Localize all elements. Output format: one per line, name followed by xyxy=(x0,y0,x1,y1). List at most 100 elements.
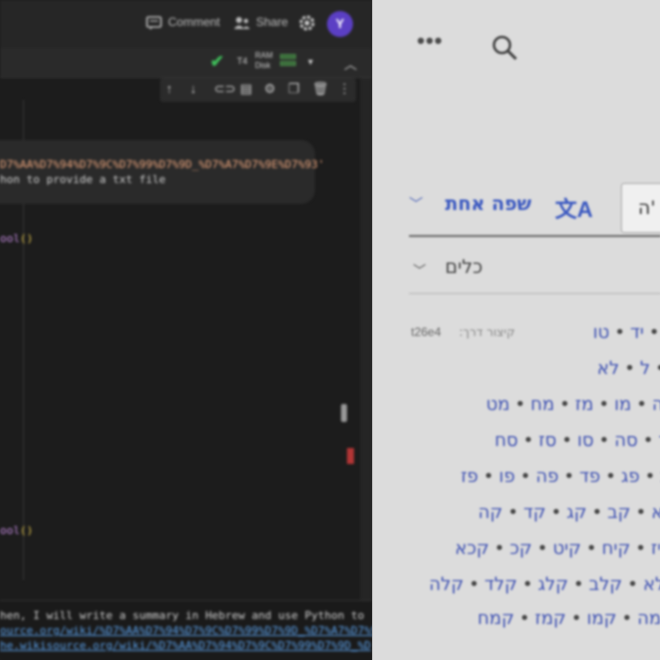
bullet-separator: • xyxy=(644,466,656,487)
chapter-link[interactable]: פו xyxy=(499,466,515,487)
bullet-separator: • xyxy=(614,322,626,343)
bullet-separator: • xyxy=(522,574,533,595)
bullet-separator: • xyxy=(635,502,647,523)
chapter-link[interactable]: קמז xyxy=(535,608,566,629)
chapter-row: פב•פג•פד•פה•פו•פז xyxy=(461,466,660,487)
bullet-separator: • xyxy=(635,538,646,559)
chapter-link[interactable]: קכ xyxy=(510,538,532,559)
output-link[interactable]: ource.org/wiki/%D7%AA%D7%94%D7%9C%D7%99%… xyxy=(0,624,372,637)
move-down-icon[interactable]: ↓ xyxy=(190,81,197,96)
chapter-link[interactable]: קלד xyxy=(484,574,517,595)
bullet-separator: • xyxy=(563,466,575,487)
delete-icon[interactable]: 🗑 xyxy=(312,81,329,97)
chapter-link[interactable]: סח xyxy=(495,430,518,451)
bullet-separator: • xyxy=(598,430,610,451)
chapter-link[interactable]: מה xyxy=(652,394,660,415)
chapter-link[interactable]: ל xyxy=(640,358,650,379)
language-selector[interactable]: ﹀ שפה אחת 文A xyxy=(409,190,619,224)
runtime-type-label[interactable]: T4 xyxy=(237,56,248,66)
chapter-link[interactable]: קמו xyxy=(587,608,617,629)
bullet-separator: • xyxy=(598,394,610,415)
comment-icon[interactable] xyxy=(145,14,163,32)
copy-icon[interactable]: ❐ xyxy=(288,81,300,97)
bullet-separator: • xyxy=(523,430,534,451)
collapse-chevron-icon[interactable]: ︿ xyxy=(344,54,357,73)
scrollbar-thumb[interactable] xyxy=(341,404,347,422)
chapter-link[interactable]: טו xyxy=(593,322,610,343)
move-up-icon[interactable]: ↑ xyxy=(166,81,173,96)
chapter-link[interactable]: יד xyxy=(630,322,644,343)
chapter-row: קלא•קלב•קלג•קלד•קלה xyxy=(429,574,660,595)
bullet-separator: • xyxy=(648,322,660,343)
chapter-link[interactable]: מז xyxy=(575,394,593,415)
chapter-link[interactable]: קיט xyxy=(553,538,581,559)
bullet-separator: • xyxy=(573,574,584,595)
share-icon[interactable] xyxy=(233,14,251,32)
chapter-row: יג•יד•טו xyxy=(593,322,660,343)
share-button[interactable]: Share xyxy=(256,15,288,29)
chapter-link[interactable]: קיח xyxy=(602,538,631,559)
code-line: hon to provide a txt file xyxy=(0,173,166,186)
chapter-link[interactable]: מח xyxy=(531,394,555,415)
chapter-link[interactable]: מט xyxy=(486,394,510,415)
search-input[interactable]: ה' xyxy=(621,183,660,233)
link-icon[interactable]: ⊂⊃ xyxy=(214,81,236,97)
bullet-separator: • xyxy=(537,538,548,559)
chapter-row: קיז•קיח•קיט•קכ•קכא xyxy=(455,538,660,559)
chapter-link[interactable]: פד xyxy=(579,466,600,487)
chapter-link[interactable]: קלה xyxy=(429,574,464,595)
chapter-link[interactable]: קמה xyxy=(637,608,660,629)
chapter-link[interactable]: קה xyxy=(478,502,503,523)
divider xyxy=(409,293,660,294)
chapter-link[interactable]: פג xyxy=(621,466,640,487)
chapter-link[interactable]: סה xyxy=(614,430,637,451)
chapter-link[interactable]: קמח xyxy=(477,608,514,629)
chapter-link[interactable]: קיז xyxy=(651,538,660,559)
chapter-link[interactable]: לא xyxy=(597,358,619,379)
chapter-link[interactable]: קלג xyxy=(538,574,568,595)
tools-heading[interactable]: כלים xyxy=(445,256,483,278)
chapter-link[interactable]: קב xyxy=(607,502,630,523)
bullet-separator: • xyxy=(559,394,571,415)
resource-label[interactable]: RAM Disk xyxy=(255,51,273,71)
comment-cell-icon[interactable]: ▤ xyxy=(240,81,252,97)
bullet-separator: • xyxy=(642,430,654,451)
bullet-separator: • xyxy=(514,394,526,415)
more-menu-icon[interactable]: ••• xyxy=(417,28,443,54)
translate-icon: 文A xyxy=(555,197,593,222)
search-icon[interactable] xyxy=(491,34,519,62)
scroll-track[interactable] xyxy=(360,78,372,660)
user-avatar[interactable]: Y xyxy=(327,11,353,37)
cell-settings-icon[interactable]: ⚙ xyxy=(264,81,276,97)
divider xyxy=(409,235,660,237)
comment-button[interactable]: Comment xyxy=(168,15,220,29)
chevron-down-icon[interactable]: ﹀ xyxy=(413,260,426,279)
chapter-link[interactable]: מו xyxy=(614,394,631,415)
chapter-link[interactable]: פז xyxy=(461,466,478,487)
chapter-link[interactable]: פה xyxy=(536,466,559,487)
code-fragment: ool() xyxy=(0,232,34,245)
chapter-row: סד•סה•סו•סז•סח xyxy=(495,430,660,451)
notebook-topbar: Comment Share Y xyxy=(0,0,372,48)
chapter-link[interactable]: סו xyxy=(577,430,594,451)
settings-gear-icon[interactable] xyxy=(298,14,316,32)
chapter-link[interactable]: קלב xyxy=(589,574,622,595)
bullet-separator: • xyxy=(571,608,582,629)
output-link[interactable]: he.wikisource.org/wiki/%D7%AA%D7%94%D7%9… xyxy=(0,639,371,652)
bullet-separator: • xyxy=(655,358,660,379)
chapter-link[interactable]: קא xyxy=(651,502,660,523)
code-cell[interactable] xyxy=(0,140,315,204)
chapter-link[interactable]: סז xyxy=(539,430,557,451)
shortcut-code: t26e4 xyxy=(411,325,442,339)
chapter-link[interactable]: קג xyxy=(567,502,587,523)
shortcut-label: קיצור דרך: xyxy=(459,325,515,339)
bullet-separator: • xyxy=(550,502,562,523)
runtime-toolbar: ✔ T4 RAM Disk ▾ ︿ xyxy=(0,48,372,78)
chapter-link[interactable]: קלא xyxy=(643,574,660,595)
more-options-icon[interactable]: ⋮ xyxy=(338,81,351,97)
chapter-link[interactable]: קד xyxy=(523,502,546,523)
code-line: D7%AA%D7%94%D7%9C%D7%99%D7%9D_%D7%A7%D7%… xyxy=(0,158,325,171)
chapter-link[interactable]: קכא xyxy=(455,538,489,559)
runtime-dropdown-icon[interactable]: ▾ xyxy=(308,57,313,68)
resource-meter[interactable] xyxy=(280,54,296,72)
